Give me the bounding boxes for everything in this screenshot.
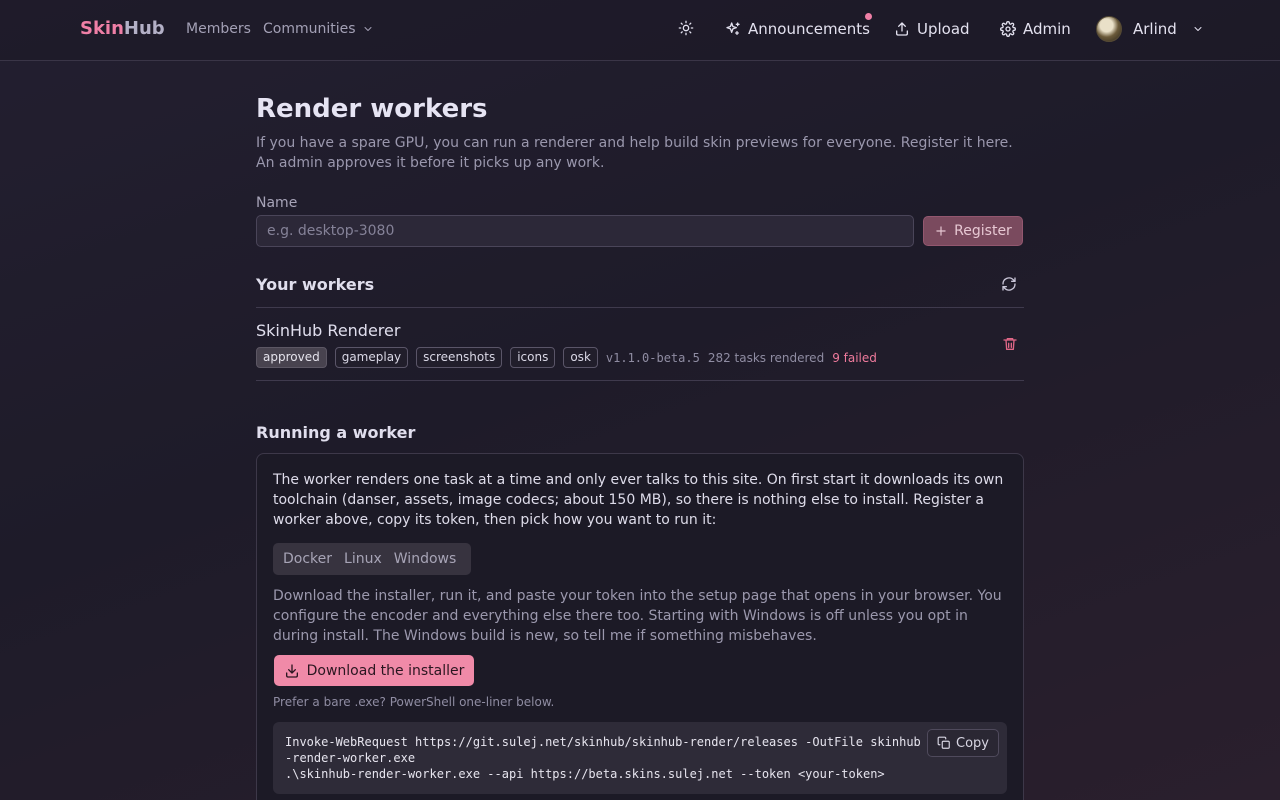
- brand-part-hub: Hub: [123, 18, 165, 39]
- prefer-note: Prefer a bare .exe? PowerShell one-liner…: [273, 695, 555, 709]
- delete-worker-button[interactable]: [1002, 336, 1018, 356]
- powershell-snippet[interactable]: Invoke-WebRequest https://git.sulej.net/…: [285, 734, 925, 782]
- download-installer-button[interactable]: Download the installer: [274, 655, 474, 686]
- nav-members-link[interactable]: Members: [186, 21, 251, 37]
- tab-windows[interactable]: Windows: [388, 551, 463, 567]
- running-description: The worker renders one task at a time an…: [273, 472, 1004, 528]
- brand-logo[interactable]: SkinHub: [80, 18, 165, 39]
- worker-failed-count: 9 failed: [832, 350, 877, 365]
- download-icon: [285, 663, 298, 678]
- worker-tags: approved gameplay screenshots icons osk …: [256, 347, 877, 368]
- worker-name-input[interactable]: [256, 215, 914, 247]
- admin-label: Admin: [1023, 20, 1071, 38]
- name-label: Name: [256, 195, 298, 211]
- upload-button[interactable]: Upload: [894, 20, 970, 38]
- capability-tag: gameplay: [334, 347, 409, 368]
- refresh-icon: [1002, 277, 1016, 291]
- refresh-button[interactable]: [1001, 276, 1017, 296]
- worker-tasks-count: 282 tasks rendered: [707, 350, 825, 365]
- tab-linux[interactable]: Linux: [338, 551, 388, 567]
- sparkles-icon: [726, 22, 740, 35]
- upload-icon: [896, 22, 908, 36]
- admin-button[interactable]: Admin: [1000, 20, 1071, 38]
- top-nav: SkinHub Members Communities Announcement…: [0, 0, 1280, 61]
- copy-icon: [937, 736, 950, 749]
- page-title: Render workers: [256, 94, 488, 124]
- announcements-button[interactable]: Announcements: [725, 20, 870, 38]
- upload-label: Upload: [917, 20, 970, 38]
- register-button[interactable]: Register: [923, 216, 1023, 246]
- copy-label: Copy: [956, 735, 989, 751]
- plus-icon: [936, 226, 946, 236]
- running-card: The worker renders one task at a time an…: [256, 453, 1024, 800]
- chevron-down-icon: [364, 27, 372, 31]
- brand-part-skin: Skin: [80, 18, 124, 39]
- register-label: Register: [954, 223, 1012, 239]
- platform-tabs: Docker Linux Windows: [273, 543, 471, 575]
- running-heading: Running a worker: [256, 423, 416, 442]
- avatar: [1096, 16, 1122, 42]
- workers-heading: Your workers: [256, 275, 375, 294]
- windows-instructions: Download the installer, run it, and past…: [273, 588, 1002, 644]
- sun-icon: [678, 20, 694, 36]
- capability-tag: icons: [510, 347, 556, 368]
- copy-button[interactable]: Copy: [927, 729, 999, 757]
- theme-toggle-button[interactable]: [678, 20, 694, 36]
- divider: [256, 380, 1024, 381]
- worker-name: SkinHub Renderer: [256, 321, 401, 340]
- announcements-label: Announcements: [748, 20, 870, 38]
- worker-version: v1.1.0-beta.5: [605, 350, 700, 365]
- notification-dot: [865, 13, 872, 20]
- divider: [256, 307, 1024, 308]
- download-label: Download the installer: [306, 662, 465, 679]
- user-name: Arlind: [1133, 20, 1177, 38]
- tab-docker[interactable]: Docker: [277, 551, 338, 567]
- capability-tag: screenshots: [416, 347, 503, 368]
- capability-tag: osk: [563, 347, 598, 368]
- nav-communities-label: Communities: [263, 21, 356, 37]
- nav-communities-dropdown[interactable]: Communities: [263, 21, 374, 37]
- status-badge: approved: [256, 347, 327, 368]
- chevron-down-icon: [1194, 27, 1202, 31]
- gear-icon: [1000, 21, 1016, 37]
- page-intro: If you have a spare GPU, you can run a r…: [256, 135, 1013, 171]
- code-block: Invoke-WebRequest https://git.sulej.net/…: [273, 722, 1007, 794]
- user-menu[interactable]: Arlind: [1096, 16, 1204, 42]
- trash-icon: [1003, 338, 1017, 350]
